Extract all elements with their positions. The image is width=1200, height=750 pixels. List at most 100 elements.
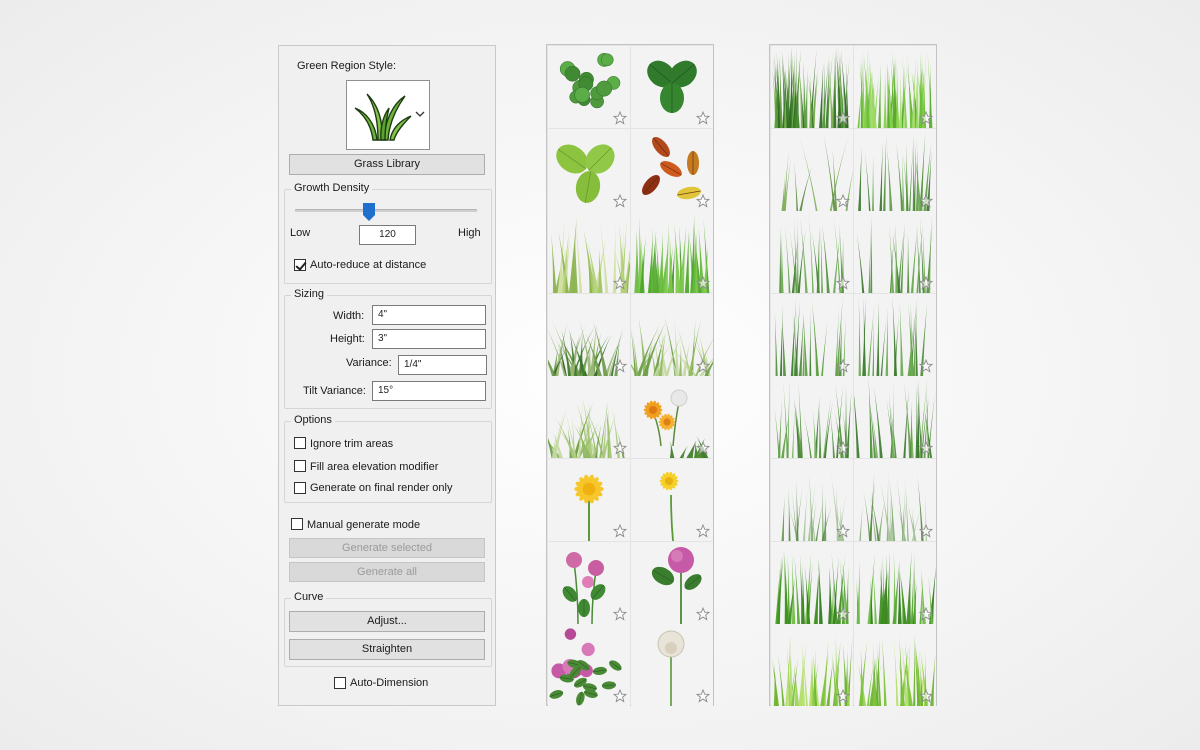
manual-mode-checkbox[interactable] <box>291 518 303 530</box>
plant-library-grid <box>546 44 714 707</box>
star-icon[interactable] <box>696 689 710 703</box>
width-label: Width: <box>333 310 365 322</box>
library-item-clover-flowers[interactable] <box>548 541 630 624</box>
star-icon[interactable] <box>696 111 710 125</box>
library-item-tall-blades-3[interactable] <box>771 293 853 376</box>
grass-icon <box>354 93 412 141</box>
library-item-tall-blades-1[interactable] <box>771 211 853 294</box>
generate-final-label: Generate on final render only <box>310 482 453 494</box>
star-icon[interactable] <box>836 276 850 290</box>
star-icon[interactable] <box>836 523 850 538</box>
library-item-ornamental-grass-light[interactable] <box>631 293 713 376</box>
library-item-clover-flower-bush[interactable] <box>548 624 630 707</box>
star-icon[interactable] <box>613 441 627 456</box>
auto-dimension-label: Auto-Dimension <box>350 677 429 689</box>
grass-library-grid <box>769 44 937 707</box>
star-icon[interactable] <box>919 441 933 456</box>
generate-all-button[interactable]: Generate all <box>289 562 485 582</box>
star-icon[interactable] <box>696 276 710 290</box>
star-icon[interactable] <box>919 111 933 125</box>
library-item-ornamental-grass-dark[interactable] <box>548 293 630 376</box>
ignore-trim-label: Ignore trim areas <box>310 438 394 450</box>
library-item-bright-grass-2[interactable] <box>854 541 936 624</box>
grass-library-button[interactable]: Grass Library <box>289 154 485 175</box>
height-input[interactable]: 3" <box>372 329 486 349</box>
library-item-tall-blades-5[interactable] <box>771 376 853 459</box>
star-icon[interactable] <box>696 441 710 456</box>
width-input[interactable]: 4" <box>372 305 486 325</box>
ignore-trim-checkbox[interactable] <box>294 437 306 449</box>
star-icon[interactable] <box>919 358 933 373</box>
library-item-wild-grass-1[interactable] <box>771 458 853 541</box>
star-icon[interactable] <box>836 111 850 125</box>
star-icon[interactable] <box>613 689 627 703</box>
star-icon[interactable] <box>613 523 627 538</box>
tilt-variance-label: Tilt Variance: <box>303 385 366 397</box>
straighten-button[interactable]: Straighten <box>289 639 485 660</box>
density-high-label: High <box>458 227 481 239</box>
star-icon[interactable] <box>613 193 627 208</box>
star-icon[interactable] <box>919 523 933 538</box>
star-icon[interactable] <box>836 441 850 456</box>
star-icon[interactable] <box>919 689 933 703</box>
star-icon[interactable] <box>613 358 627 373</box>
height-label: Height: <box>330 333 365 345</box>
chevron-down-icon[interactable] <box>415 109 425 119</box>
fill-elevation-checkbox[interactable] <box>294 460 306 472</box>
star-icon[interactable] <box>613 276 627 290</box>
tilt-variance-input[interactable]: 15° <box>372 381 486 401</box>
library-item-green-grass[interactable] <box>631 211 713 294</box>
variance-label: Variance: <box>346 357 392 369</box>
star-icon[interactable] <box>919 606 933 621</box>
star-icon[interactable] <box>696 523 710 538</box>
auto-dimension-checkbox[interactable] <box>334 677 346 689</box>
library-item-lime-grass-1[interactable] <box>771 624 853 707</box>
star-icon[interactable] <box>696 606 710 621</box>
star-icon[interactable] <box>836 358 850 373</box>
library-item-wild-grass-2[interactable] <box>854 458 936 541</box>
library-item-bright-grass-1[interactable] <box>771 541 853 624</box>
star-icon[interactable] <box>613 606 627 621</box>
green-region-style-selector[interactable] <box>346 80 430 150</box>
library-item-white-clover-flower[interactable] <box>631 624 713 707</box>
library-item-sparse-blades-2[interactable] <box>854 128 936 211</box>
star-icon[interactable] <box>836 689 850 703</box>
library-item-lime-grass-2[interactable] <box>854 624 936 707</box>
variance-input[interactable]: 1/4" <box>398 355 487 375</box>
library-item-tall-blades-4[interactable] <box>854 293 936 376</box>
growth-density-value-input[interactable]: 120 <box>359 225 416 245</box>
fill-elevation-label: Fill area elevation modifier <box>310 461 439 473</box>
growth-density-slider-track[interactable] <box>295 209 477 212</box>
growth-density-slider-thumb[interactable] <box>363 203 375 221</box>
curve-adjust-button[interactable]: Adjust... <box>289 611 485 632</box>
library-item-dandelion-yellow[interactable] <box>548 458 630 541</box>
star-icon[interactable] <box>696 358 710 373</box>
library-item-tall-blades-6[interactable] <box>854 376 936 459</box>
library-item-tall-blades-2[interactable] <box>854 211 936 294</box>
star-icon[interactable] <box>696 193 710 208</box>
library-item-lawn-grass-dark[interactable] <box>771 46 853 128</box>
library-item-light-green-leaves[interactable] <box>548 128 630 211</box>
generate-final-checkbox[interactable] <box>294 482 306 494</box>
library-item-clover-flower-single[interactable] <box>631 541 713 624</box>
auto-reduce-checkbox[interactable] <box>294 259 306 271</box>
library-item-three-leaves[interactable] <box>631 46 713 128</box>
library-item-pale-grass[interactable] <box>548 211 630 294</box>
library-item-clover-leaves[interactable] <box>548 46 630 128</box>
options-title: Options <box>291 414 335 426</box>
curve-title: Curve <box>291 591 327 603</box>
generate-selected-button[interactable]: Generate selected <box>289 538 485 558</box>
library-item-autumn-leaves[interactable] <box>631 128 713 211</box>
star-icon[interactable] <box>836 606 850 621</box>
library-item-dandelion-small[interactable] <box>631 458 713 541</box>
library-item-dandelions[interactable] <box>631 376 713 459</box>
growth-density-title: Growth Density <box>291 182 373 194</box>
library-item-grass-tuft[interactable] <box>548 376 630 459</box>
star-icon[interactable] <box>613 111 627 125</box>
star-icon[interactable] <box>836 193 850 208</box>
library-item-sparse-blades-1[interactable] <box>771 128 853 211</box>
library-item-lawn-grass-bright[interactable] <box>854 46 936 128</box>
star-icon[interactable] <box>919 276 933 290</box>
star-icon[interactable] <box>919 193 933 208</box>
green-region-style-label: Green Region Style: <box>297 60 397 72</box>
